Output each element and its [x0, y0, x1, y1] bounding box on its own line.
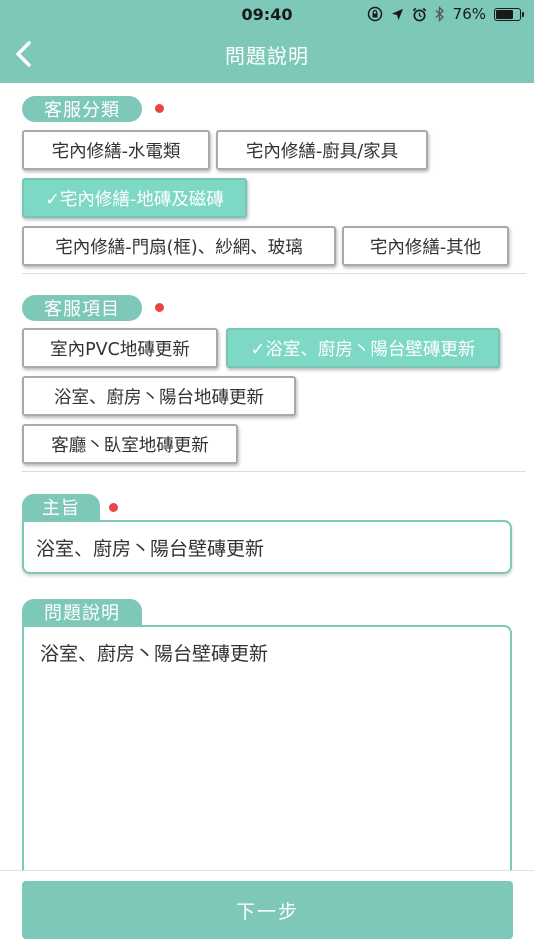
subject-input[interactable]: 浴室、廚房丶陽台壁磚更新 [22, 520, 512, 574]
category-option-other[interactable]: 宅內修繕-其他 [342, 226, 509, 266]
subject-required-dot [109, 503, 118, 512]
category-label: 客服分類 [22, 96, 142, 122]
category-option-doors-screens-glass[interactable]: 宅內修繕-門扇(框)、紗網、玻璃 [22, 226, 336, 266]
category-option-kitchen-furniture[interactable]: 宅內修繕-廚具/家具 [216, 130, 428, 170]
battery-fill [496, 9, 514, 19]
item-option-floor-tiles[interactable]: 浴室、廚房丶陽台地磚更新 [22, 376, 296, 416]
page-title: 問題說明 [225, 44, 309, 68]
status-icons: 76% [367, 4, 524, 24]
category-option-floor-tiles[interactable]: ✓宅內修繕-地磚及磁磚 [22, 178, 247, 218]
description-label: 問題說明 [22, 599, 142, 625]
description-textarea[interactable]: 浴室、廚房丶陽台壁磚更新 [22, 625, 512, 895]
top-bar: 09:40 76% 問題說明 [0, 0, 534, 83]
next-button[interactable]: 下一步 [22, 881, 513, 939]
category-option-plumbing-electrical[interactable]: 宅內修繕-水電類 [22, 130, 210, 170]
item-required-dot [155, 303, 164, 312]
battery-percent: 76% [452, 5, 486, 23]
item-label: 客服項目 [22, 295, 142, 321]
divider [22, 273, 526, 274]
item-option-living-bedroom[interactable]: 客廳丶臥室地磚更新 [22, 424, 238, 464]
rotation-lock-icon [367, 6, 382, 22]
battery-icon [494, 7, 524, 21]
location-arrow-icon [391, 8, 403, 20]
subject-label: 主旨 [22, 494, 100, 520]
divider [22, 471, 526, 472]
alarm-icon [412, 7, 426, 21]
item-option-wall-tiles[interactable]: ✓浴室、廚房丶陽台壁磚更新 [226, 328, 500, 368]
item-option-pvc-floor[interactable]: 室內PVC地磚更新 [22, 328, 218, 368]
bluetooth-icon [435, 6, 444, 22]
category-required-dot [155, 104, 164, 113]
